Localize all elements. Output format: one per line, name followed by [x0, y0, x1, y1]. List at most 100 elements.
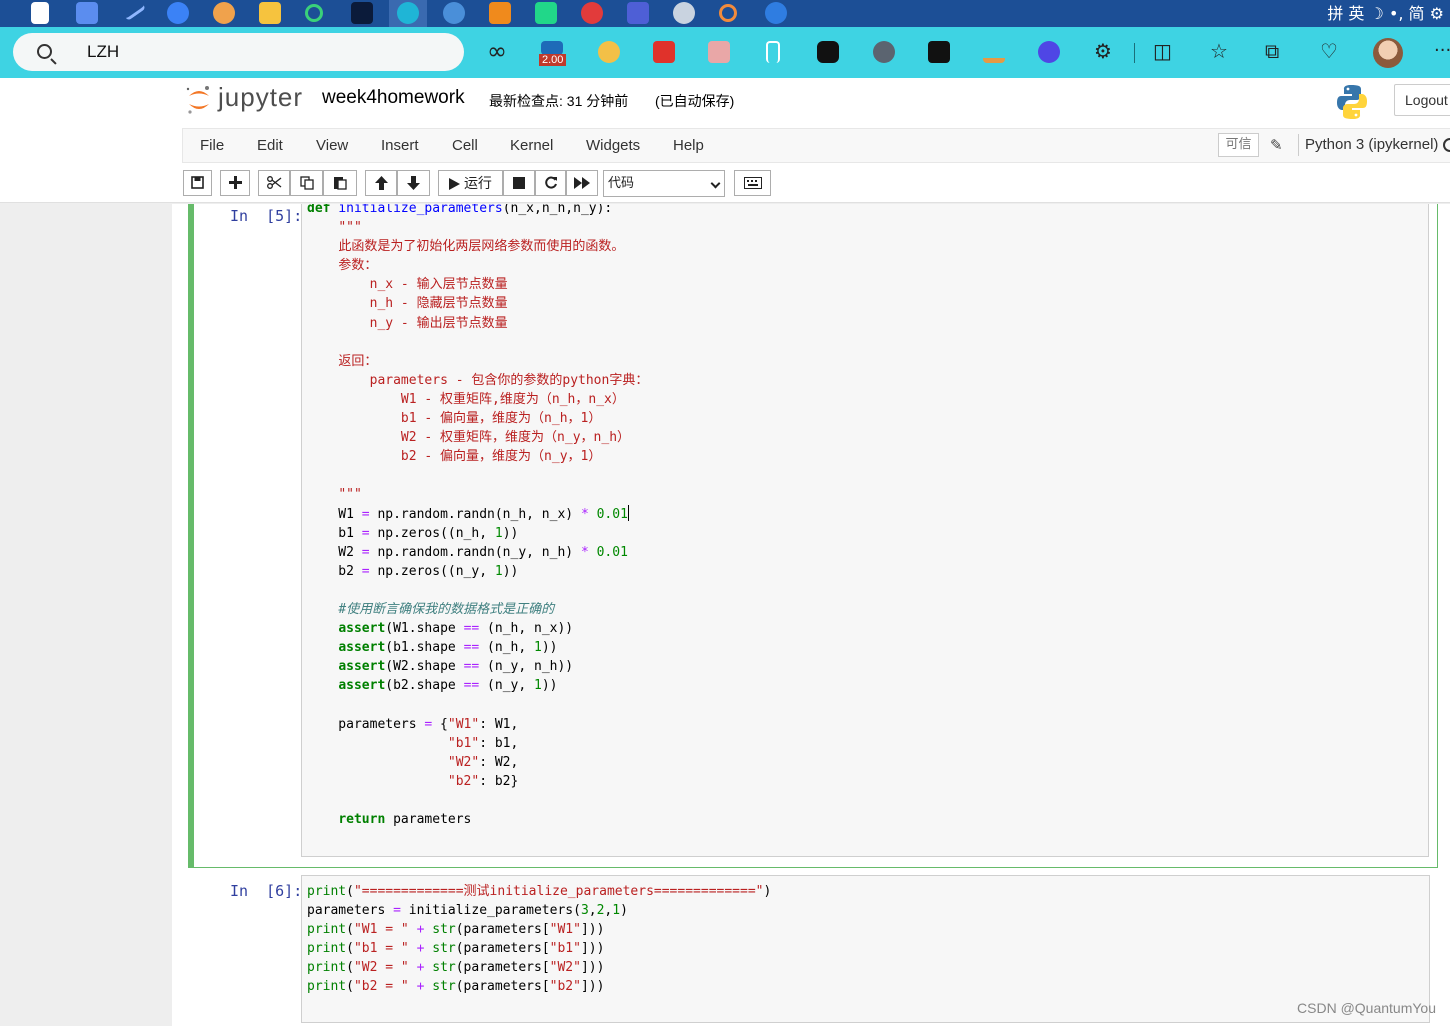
jupyter-header: jupyter week4homework 最新检查点: 31 分钟前 (已自动… [0, 78, 1450, 128]
trusted-badge[interactable]: 可信 [1218, 133, 1259, 157]
browser-toolbar: LZH ∞ 2.00 ⚙ ◫ ☆ ⧉ ♡ ··· [0, 27, 1450, 78]
fe-icon[interactable] [653, 41, 675, 63]
kernel-separator [1298, 134, 1299, 156]
copy-button[interactable] [290, 170, 323, 196]
restart-button[interactable] [535, 170, 566, 196]
fast-forward-icon [574, 176, 590, 189]
logout-button[interactable]: Logout [1394, 84, 1450, 116]
cell-prompt: In [5]: [230, 207, 303, 225]
pen-icon[interactable] [119, 0, 147, 22]
app-icon-1[interactable] [31, 2, 49, 24]
puzzle-icon[interactable]: ⚙ [1094, 38, 1112, 64]
run-label: 运行 [463, 175, 492, 191]
code-text: print("=============测试initialize_paramet… [307, 884, 772, 995]
menu-kernel[interactable]: Kernel [510, 137, 553, 154]
code-editor[interactable]: print("=============测试initialize_paramet… [301, 875, 1430, 1023]
save-button[interactable] [183, 170, 212, 196]
restart-icon [544, 176, 557, 188]
cell-type-value: 代码 [608, 176, 635, 191]
plant-icon[interactable] [983, 41, 1005, 63]
code-editor[interactable]: def initialize_parameters(n_x,n_h,n_y): … [301, 204, 1429, 857]
cut-button[interactable] [258, 170, 290, 196]
more-icon[interactable]: ··· [1434, 38, 1450, 64]
menubar: File Edit View Insert Cell Kernel Widget… [0, 128, 1450, 163]
kernel-name[interactable]: Python 3 (ipykernel) [1305, 136, 1438, 153]
code-text: def initialize_parameters(n_x,n_h,n_y): … [307, 204, 649, 827]
kernel-status-icon [1443, 138, 1450, 152]
browser-app-icon[interactable] [213, 2, 235, 24]
paste-button[interactable] [323, 170, 357, 196]
chevron-down-icon [710, 178, 721, 189]
globe-icon[interactable] [873, 41, 895, 63]
cell-type-select[interactable]: 代码 [603, 170, 725, 197]
notebook-name[interactable]: week4homework [322, 87, 465, 109]
favorites-icon[interactable]: ☆ [1210, 38, 1228, 64]
powershell-icon[interactable] [627, 2, 649, 24]
paste-icon [334, 177, 347, 190]
move-up-button[interactable] [365, 170, 397, 196]
arrow-down-icon [407, 175, 420, 190]
notebook-area: In [5]: def initialize_parameters(n_x,n_… [0, 204, 1450, 1026]
folder-icon[interactable] [259, 2, 281, 24]
restart-run-all-button[interactable] [566, 170, 598, 196]
menu-widgets[interactable]: Widgets [586, 137, 640, 154]
edit-pencil-icon[interactable]: ✎ [1270, 136, 1283, 154]
settings-icon[interactable] [673, 2, 695, 24]
autosave-status: (已自动保存) [655, 93, 735, 109]
version-badge: 2.00 [539, 54, 567, 66]
version-icon[interactable] [541, 41, 563, 55]
terminal-app-icon[interactable] [351, 2, 373, 24]
search-app-icon[interactable] [305, 4, 323, 22]
code-cell-selected[interactable]: In [5]: def initialize_parameters(n_x,n_… [188, 204, 1438, 868]
notebook-page: In [5]: def initialize_parameters(n_x,n_… [172, 204, 1450, 1026]
run-button[interactable]: 运行 [438, 170, 503, 196]
pycharm-icon[interactable] [535, 2, 557, 24]
interrupt-button[interactable] [503, 170, 535, 196]
menu-cell[interactable]: Cell [452, 137, 478, 154]
menu-insert[interactable]: Insert [381, 137, 419, 154]
bookmark-icon[interactable] [766, 41, 780, 63]
plus-icon [228, 176, 242, 189]
menubar-container: File Edit View Insert Cell Kernel Widget… [182, 128, 1450, 163]
address-bar[interactable]: LZH [13, 33, 464, 71]
app-icon-b[interactable] [443, 2, 465, 24]
code-cell[interactable]: In [6]: print("=============测试initialize… [188, 875, 1438, 1026]
ime-status[interactable]: 拼 英 ☽ •, 简 ⚙ [1327, 0, 1444, 27]
insert-cell-button[interactable] [220, 170, 250, 196]
python-logo-icon [1337, 85, 1367, 119]
split-screen-icon[interactable]: ◫ [1153, 38, 1172, 64]
copy-icon [299, 175, 314, 190]
menu-file[interactable]: File [200, 137, 224, 154]
move-down-button[interactable] [397, 170, 430, 196]
exclaim-icon[interactable] [928, 41, 950, 63]
gear-app-icon[interactable] [167, 2, 189, 24]
watermark: CSDN @QuantumYou [1297, 1000, 1436, 1016]
keyboard-icon [743, 176, 762, 189]
command-palette-button[interactable] [734, 170, 771, 196]
orb-icon[interactable] [1038, 41, 1060, 63]
stop-icon [513, 176, 525, 189]
menu-view[interactable]: View [316, 137, 348, 154]
menu-edit[interactable]: Edit [257, 137, 283, 154]
collections-icon[interactable]: ⧉ [1265, 38, 1279, 64]
save-icon [191, 176, 204, 189]
notebook-toolbar: 运行 代码 [0, 163, 1450, 203]
rocket-icon[interactable] [765, 2, 787, 24]
text-cursor [627, 504, 629, 521]
netease-icon[interactable] [581, 2, 603, 24]
jupyter-logo-icon[interactable] [186, 84, 212, 116]
loader-icon[interactable] [719, 4, 737, 22]
edge-icon[interactable] [397, 2, 419, 24]
play-icon [449, 178, 461, 191]
sphere-icon[interactable] [598, 41, 620, 63]
menu-help[interactable]: Help [673, 137, 704, 154]
jupyter-logo-text[interactable]: jupyter [218, 82, 303, 113]
panda-icon[interactable] [817, 41, 839, 63]
app-icon-2[interactable] [76, 2, 98, 24]
avatar[interactable] [1373, 38, 1403, 68]
sublime-icon[interactable] [489, 2, 511, 24]
scissors-icon [266, 176, 281, 189]
reader-icon[interactable] [708, 41, 730, 63]
health-icon[interactable]: ♡ [1320, 38, 1338, 64]
infinity-icon[interactable]: ∞ [487, 38, 507, 64]
